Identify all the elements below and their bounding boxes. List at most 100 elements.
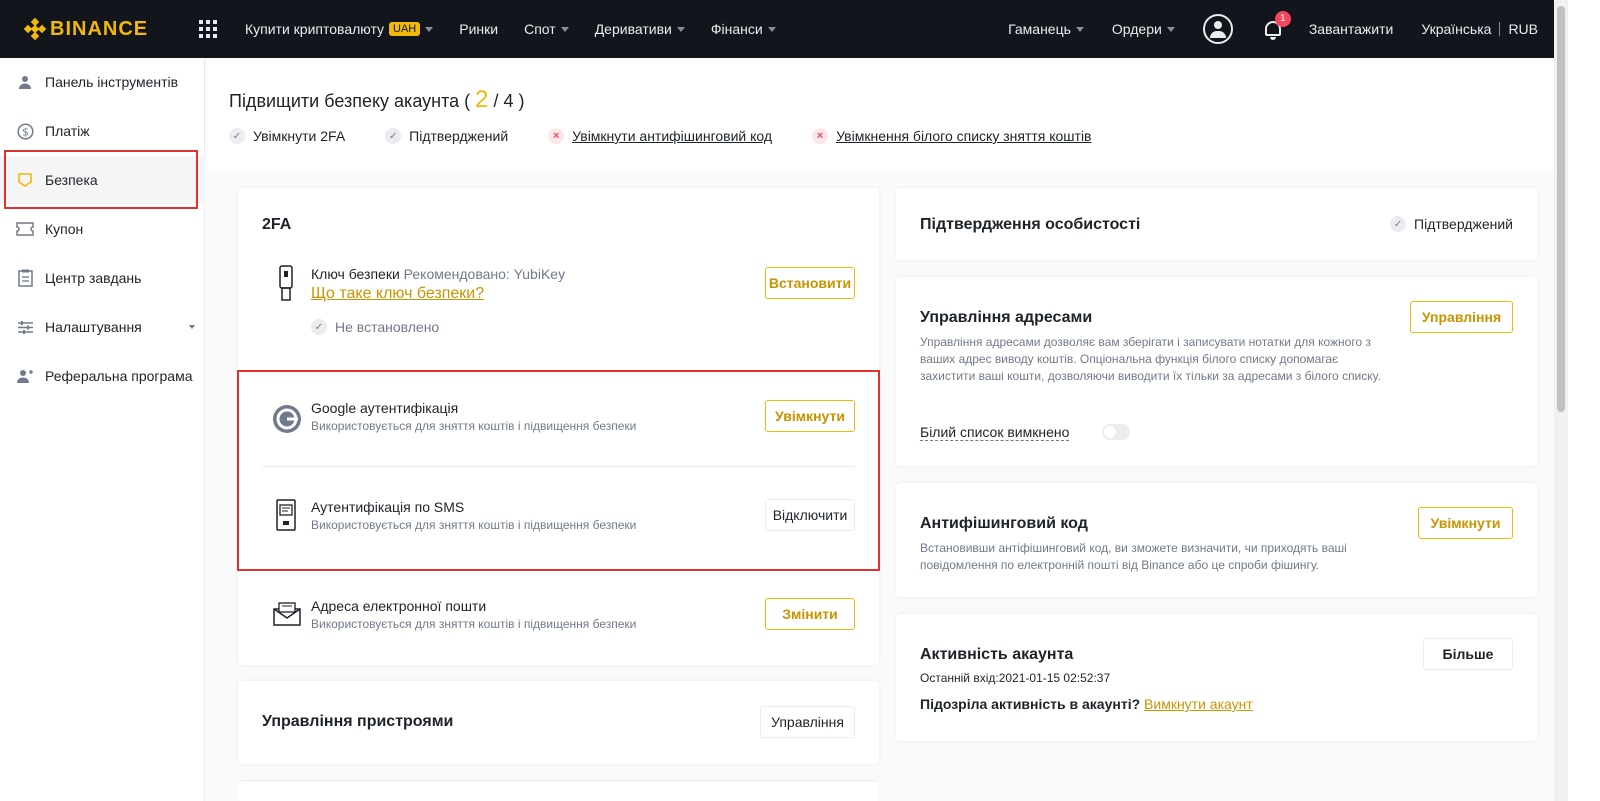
- nav-derivatives[interactable]: Деривативи: [595, 21, 685, 37]
- identity-title: Підтвердження особистості: [920, 216, 1141, 233]
- antiphishing-desc: Встановивши антіфішинговий код, ви зможе…: [920, 541, 1347, 572]
- sidebar-item-payment[interactable]: $ Платіж: [0, 107, 205, 155]
- clipboard-icon: [16, 269, 34, 287]
- chevron-down-icon: [676, 26, 685, 32]
- sidebar-item-label: Налаштування: [45, 319, 142, 335]
- account-activity-title: Активність акаунта: [920, 646, 1074, 663]
- brand-name: BINANCE: [50, 17, 149, 40]
- email-title: Адреса електронної пошти: [311, 598, 487, 614]
- chevron-down-icon: [189, 325, 195, 329]
- nav-spot[interactable]: Спот: [524, 21, 569, 37]
- close-circle-icon: ×: [548, 128, 565, 144]
- highlight-frame-sidebar: [4, 150, 198, 209]
- whitelist-link[interactable]: Увімкнення білого списку зняття коштів: [836, 128, 1091, 144]
- antiphishing-card: Антифішинговий код Встановивши антіфішин…: [896, 483, 1537, 597]
- email-desc: Використовується для зняття коштів і під…: [311, 617, 637, 631]
- check-circle-icon: ✓: [1390, 216, 1407, 232]
- whitelist-label: Білий список вимкнено: [920, 424, 1070, 441]
- user-add-icon: [16, 367, 34, 385]
- nav-markets[interactable]: Ринки: [459, 21, 498, 37]
- user-icon: [16, 73, 34, 91]
- nav-orders-label: Ордери: [1111, 21, 1162, 37]
- sidebar-item-label: Реферальна програма: [45, 368, 193, 384]
- whitelist-row: Білий список вимкнено: [920, 424, 1070, 441]
- sidebar-item-label: Купон: [45, 221, 84, 237]
- sidebar-item-label: Платіж: [45, 123, 90, 139]
- chevron-down-icon: [425, 26, 434, 32]
- manage-devices-button[interactable]: Управління: [760, 706, 855, 738]
- page-scrollbar[interactable]: [1554, 0, 1568, 801]
- security-key-title: Ключ безпеки: [311, 266, 400, 282]
- page-title: Підвищити безпеку акаунта ( 2 / 4 ): [229, 86, 525, 114]
- notifications-button[interactable]: 1: [1263, 11, 1291, 41]
- notification-count-badge: 1: [1274, 11, 1291, 27]
- sidebar-item-label: Центр завдань: [45, 270, 142, 286]
- suspicious-activity-row: Підозріла активність в акаунті? Вимкнути…: [920, 696, 1253, 712]
- chevron-down-icon: [767, 26, 776, 32]
- usb-key-icon: [274, 264, 298, 304]
- check-whitelist[interactable]: × Увімкнення білого списку зняття коштів: [812, 128, 1092, 144]
- what-is-security-key-link[interactable]: Що таке ключ безпеки?: [311, 285, 484, 303]
- identity-status: ✓ Підтверджений: [1390, 216, 1513, 232]
- last-login-text: Останній вхід:2021-01-15 02:52:37: [920, 671, 1111, 685]
- security-level-header: Підвищити безпеку акаунта ( 2 / 4 ) ✓ Ув…: [206, 58, 1554, 172]
- sidebar-item-coupon[interactable]: Купон: [0, 205, 205, 253]
- antiphishing-link[interactable]: Увімкнути антифішинговий код: [572, 128, 772, 144]
- scrollbar-thumb[interactable]: [1557, 6, 1565, 412]
- top-navbar: BINANCE Купити криптовалюту UAH Ринки Сп…: [0, 0, 1554, 58]
- identity-verification-card: Підтвердження особистості ✓ Підтверджени…: [896, 188, 1537, 260]
- security-key-recommended: Рекомендовано: YubiKey: [403, 266, 566, 282]
- nav-buy-crypto[interactable]: Купити криптовалюту UAH: [245, 21, 434, 37]
- change-email-button[interactable]: Змінити: [765, 598, 855, 630]
- enable-antiphishing-button[interactable]: Увімкнути: [1418, 507, 1513, 539]
- device-management-title: Управління пристроями: [262, 713, 454, 730]
- manage-addresses-button[interactable]: Управління: [1410, 301, 1513, 333]
- nav-wallet[interactable]: Гаманець: [1008, 21, 1084, 37]
- currency-badge: UAH: [389, 22, 421, 36]
- ticket-icon: [16, 220, 34, 238]
- security-key-status: ✓ Не встановлено: [311, 319, 439, 335]
- install-security-key-button[interactable]: Встановити: [765, 267, 855, 299]
- nav-buy-crypto-label: Купити криптовалюту: [245, 21, 385, 37]
- security-level-total: / 4 ): [493, 91, 525, 111]
- svg-text:$: $: [22, 125, 29, 138]
- close-circle-icon: ×: [812, 128, 829, 144]
- disable-account-link[interactable]: Вимкнути акаунт: [1144, 696, 1253, 712]
- sidebar-item-label: Панель інструментів: [45, 74, 179, 90]
- sidebar-item-referral[interactable]: Реферальна програма: [0, 352, 205, 400]
- fiat-label: RUB: [1508, 21, 1538, 37]
- language-currency-selector[interactable]: Українська RUB: [1421, 21, 1538, 37]
- sidebar-item-task-center[interactable]: Центр завдань: [0, 254, 205, 302]
- chevron-down-icon: [1166, 26, 1175, 32]
- sliders-icon: [16, 318, 34, 336]
- security-level-current: 2: [475, 86, 489, 113]
- security-key-row: Ключ безпеки Рекомендовано: YubiKey: [311, 266, 565, 282]
- security-checklist: ✓ Увімкнути 2FA ✓ Підтверджений × Увімкн…: [229, 128, 1132, 144]
- check-circle-icon: ✓: [229, 128, 245, 144]
- nav-derivatives-label: Деривативи: [594, 21, 672, 37]
- security-key-status-text: Не встановлено: [335, 319, 440, 335]
- email-envelope-icon: [272, 600, 302, 628]
- nav-spot-label: Спот: [524, 21, 556, 37]
- dollar-icon: $: [16, 122, 34, 140]
- check-label: Увімкнути 2FA: [253, 128, 346, 144]
- account-activity-card: Активність акаунта Останній вхід:2021-01…: [896, 614, 1537, 741]
- activity-more-button[interactable]: Більше: [1423, 638, 1513, 670]
- nav-finance[interactable]: Фінанси: [711, 21, 776, 37]
- check-verified: ✓ Підтверджений: [385, 128, 508, 144]
- highlight-frame-2fa-methods: [237, 370, 880, 571]
- check-label: Підтверджений: [409, 128, 509, 144]
- sidebar-item-dashboard[interactable]: Панель інструментів: [0, 58, 205, 106]
- nav-download[interactable]: Завантажити: [1309, 21, 1394, 37]
- title-prefix: Підвищити безпеку акаунта (: [229, 91, 471, 111]
- profile-avatar-icon[interactable]: [1202, 14, 1233, 44]
- whitelist-toggle[interactable]: [1102, 424, 1130, 440]
- binance-logo[interactable]: BINANCE: [23, 17, 169, 41]
- check-antiphishing[interactable]: × Увімкнути антифішинговий код: [548, 128, 772, 144]
- sidebar-item-settings[interactable]: Налаштування: [0, 303, 205, 351]
- nav-finance-label: Фінанси: [710, 21, 763, 37]
- nav-orders[interactable]: Ордери: [1112, 21, 1175, 37]
- address-management-desc: Управління адресами дозволяє вам зберіга…: [920, 335, 1381, 383]
- apps-grid-icon[interactable]: [199, 20, 217, 38]
- language-label: Українська: [1421, 21, 1492, 37]
